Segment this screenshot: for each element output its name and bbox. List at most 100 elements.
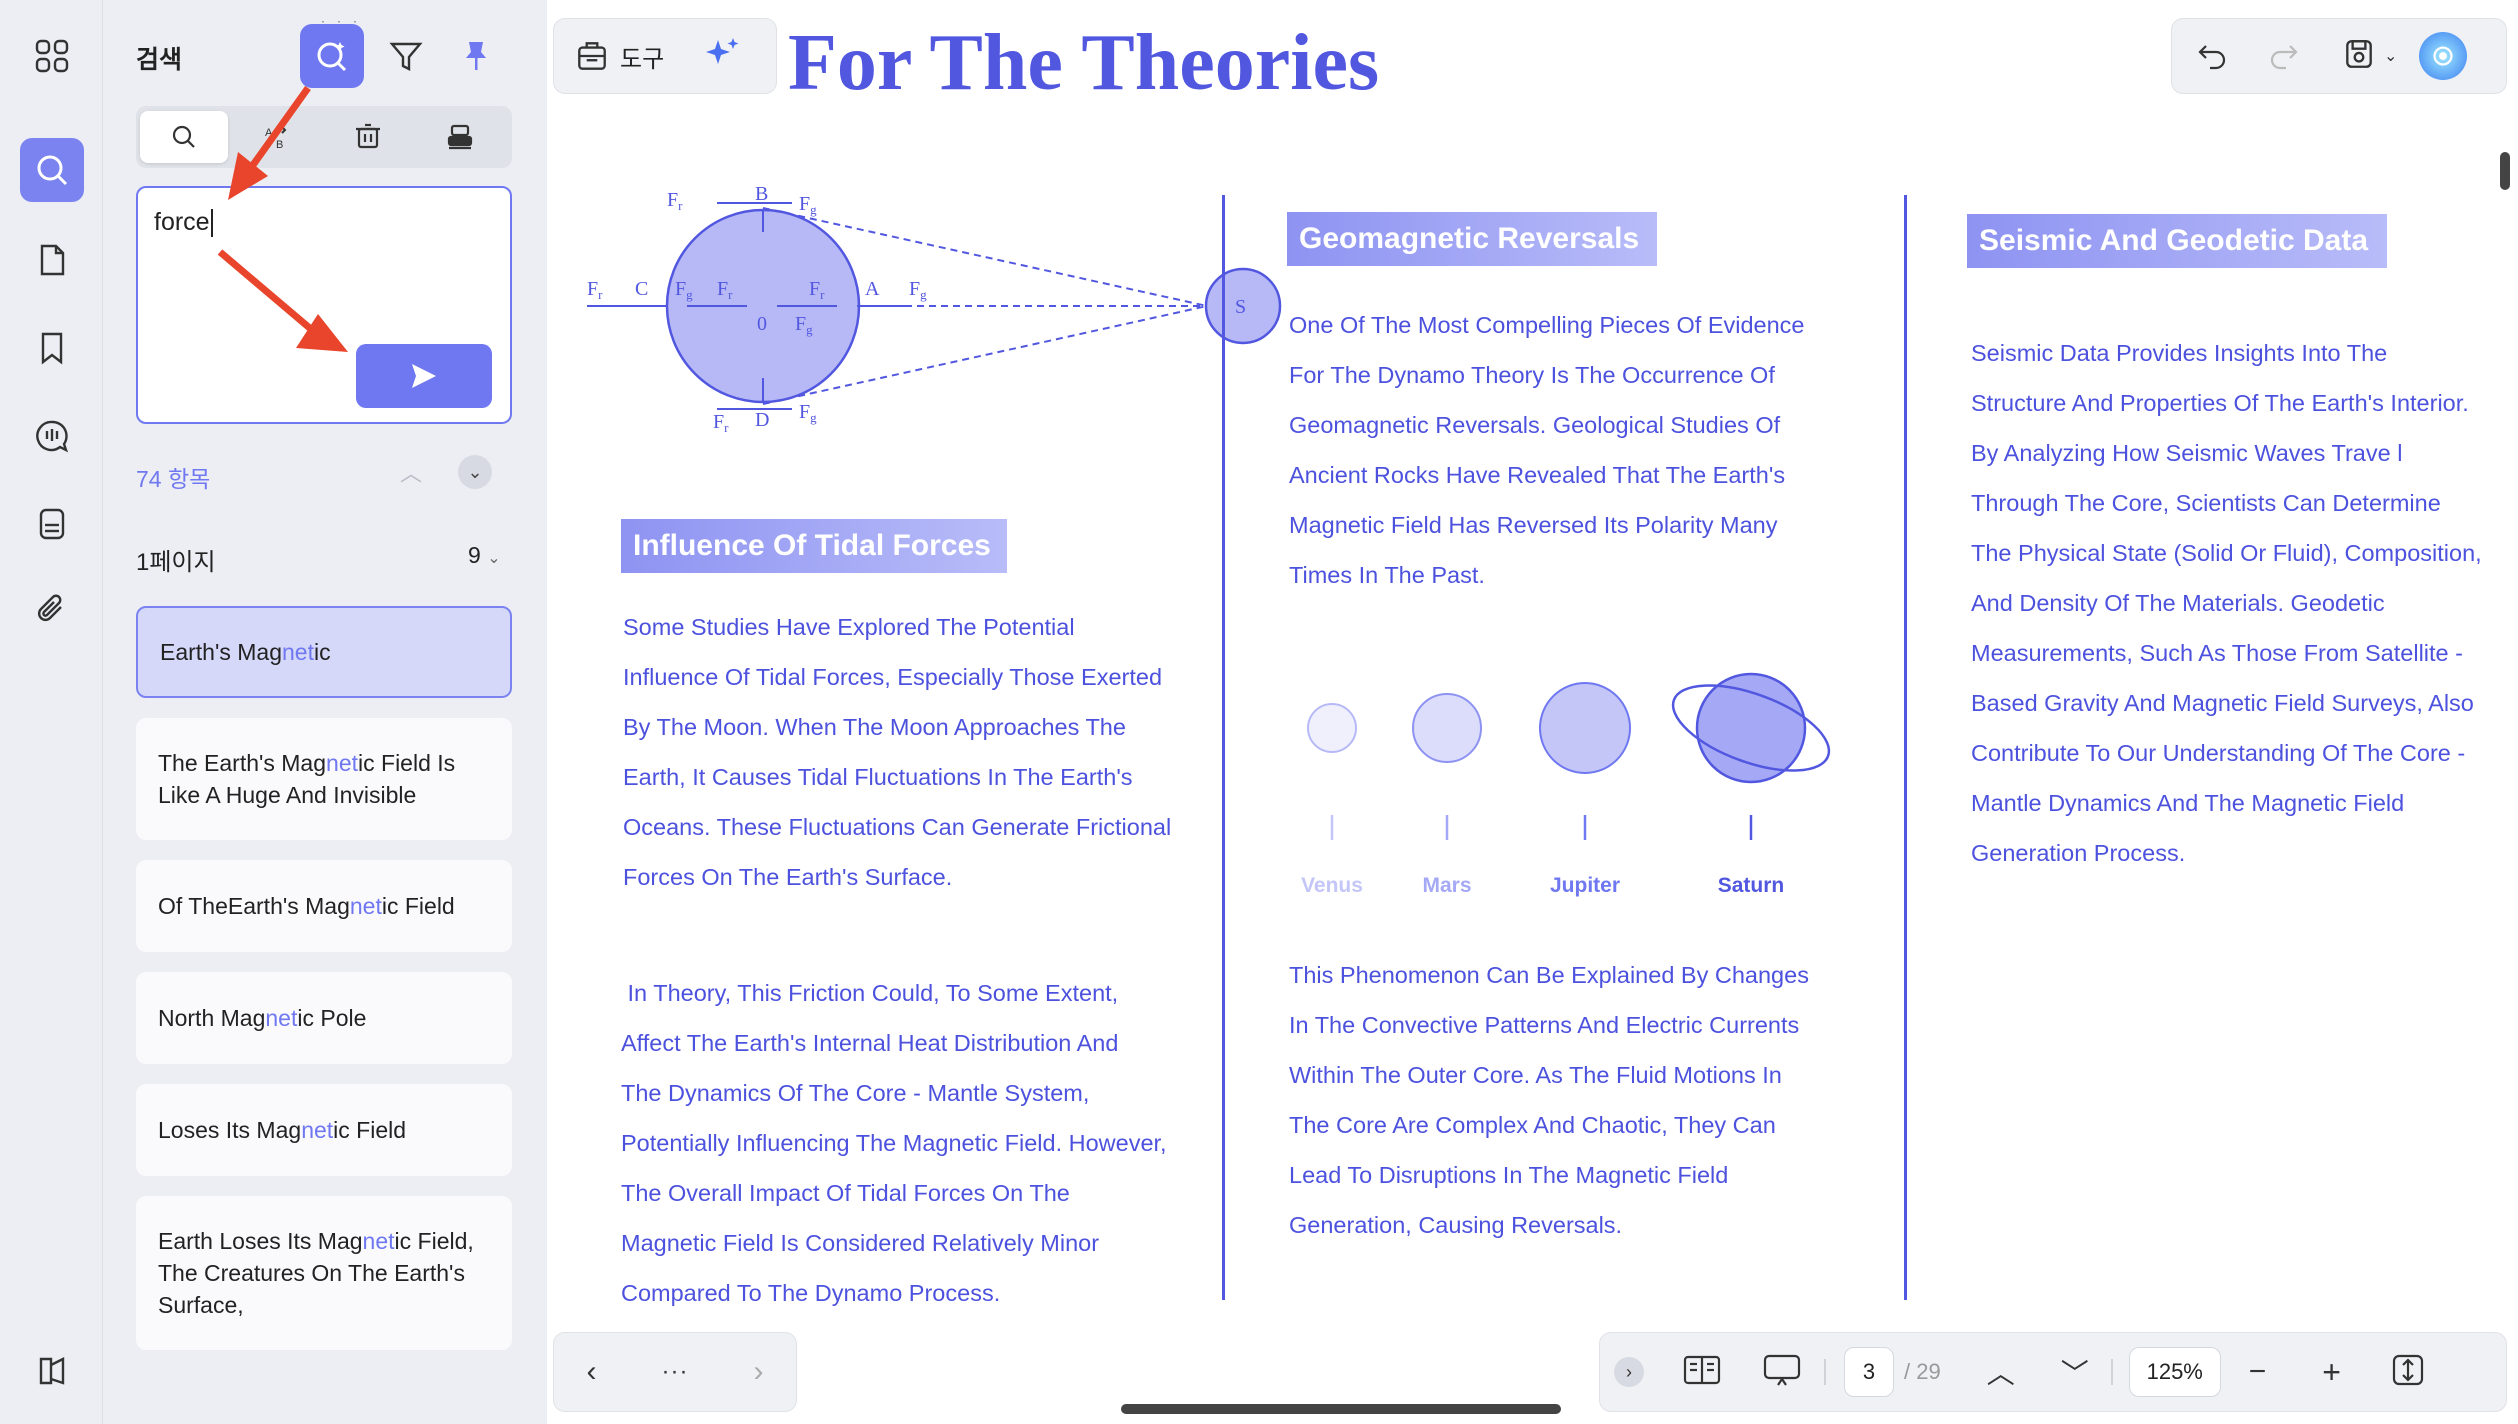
jupiter-planet — [1539, 682, 1631, 774]
text-line: Seismic Data Provides Insights Into The — [1971, 340, 2388, 366]
collapse-toolbar-icon[interactable]: › — [1614, 1357, 1644, 1387]
text-line: Ancient Rocks Have Revealed That The Ear… — [1289, 462, 1786, 488]
heading-tidal-forces: Influence Of Tidal Forces — [621, 519, 1007, 573]
attachment-icon[interactable] — [20, 578, 84, 642]
text-line: By The Moon. When The Moon Approaches Th… — [623, 714, 1126, 740]
sidebar-toggle-icon[interactable] — [20, 1338, 84, 1402]
search-result-item[interactable]: Loses Its Magnetic Field — [136, 1084, 512, 1176]
search-result-item[interactable]: The Earth's Magnetic Field Is Like A Hug… — [136, 718, 512, 840]
tools-toolbar: 도구 — [553, 18, 777, 94]
annotation-arrows — [217, 85, 348, 352]
text-line: Forces On The Earth's Surface. — [623, 864, 953, 890]
page-down-icon[interactable]: ﹀ — [2061, 1352, 2089, 1392]
text-line: The Physical State (Solid Or Fluid), Com… — [1971, 540, 2482, 566]
chevron-down-icon: ⌄ — [487, 550, 501, 567]
chevron-right-icon[interactable]: › — [753, 1355, 763, 1389]
page-group-count[interactable]: 9 ⌄ — [468, 542, 501, 569]
left-rail — [0, 0, 103, 1424]
total-pages: / 29 — [1904, 1359, 1941, 1384]
comment-icon[interactable] — [20, 404, 84, 468]
text-line: One Of The Most Compelling Pieces Of Evi… — [1289, 312, 1805, 338]
match-highlight: net — [326, 750, 359, 776]
ai-sparkle-icon[interactable] — [702, 34, 742, 79]
stamp-icon[interactable] — [20, 492, 84, 556]
search-result-text: Of TheEarth's Magnetic Field — [158, 893, 455, 919]
page-icon[interactable] — [20, 228, 84, 292]
heading-geomagnetic-reversals: Geomagnetic Reversals — [1287, 212, 1657, 266]
search-result-item[interactable]: Earth Loses Its Magnetic Field, The Crea… — [136, 1196, 512, 1350]
planets-chart — [1307, 672, 1831, 840]
previous-result-icon[interactable]: ︿ — [400, 456, 422, 488]
redo-icon[interactable] — [2268, 38, 2300, 75]
save-dropdown-icon[interactable]: ⌄ — [2384, 46, 2397, 66]
text-line: Lead To Disruptions In The Magnetic Fiel… — [1289, 1162, 1729, 1188]
search-result-text: Loses Its Magnetic Field — [158, 1117, 407, 1143]
venus-planet — [1307, 703, 1357, 753]
page-nav-toolbar: ‹ ··· › — [553, 1332, 797, 1412]
page-layout-icon[interactable] — [1682, 1354, 1722, 1391]
text-line: The Overall Impact Of Tidal Forces On Th… — [621, 1180, 1070, 1206]
page-group-label[interactable]: 1페이지 — [136, 542, 216, 577]
text-line: By Analyzing How Seismic Waves Trave l — [1971, 440, 2403, 466]
col1-paragraph-2: In Theory, This Friction Could, To Some … — [621, 968, 1201, 1318]
text-line: Measurements, Such As Those From Satelli… — [1971, 640, 2463, 666]
toolbox-icon — [578, 42, 606, 70]
pin-icon[interactable] — [444, 24, 508, 88]
presentation-icon[interactable] — [1762, 1353, 1802, 1392]
panel-title: 검색 — [136, 46, 183, 74]
search-result-item[interactable]: Earth's Magnetic — [136, 606, 512, 698]
column-divider — [1222, 195, 1225, 1300]
more-icon[interactable]: ··· — [662, 1358, 689, 1386]
fit-page-icon[interactable] — [2391, 1353, 2425, 1392]
apps-grid-icon[interactable] — [20, 24, 84, 88]
mars-planet — [1412, 693, 1482, 763]
text-line: Generation, Causing Reversals. — [1289, 1212, 1623, 1238]
zoom-in-icon[interactable]: + — [2322, 1354, 2341, 1391]
venus-label: Venus — [1301, 874, 1363, 897]
chevron-left-icon[interactable]: ‹ — [587, 1355, 597, 1389]
search-result-item[interactable]: Of TheEarth's Magnetic Field — [136, 860, 512, 952]
document-viewer[interactable]: nce For The Theories 도구 ⌄ — [547, 0, 2518, 1424]
search-icon[interactable] — [20, 138, 84, 202]
ai-search-icon[interactable] — [300, 24, 364, 88]
search-result-item[interactable]: North Magnetic Pole — [136, 972, 512, 1064]
col2-paragraph-1: One Of The Most Compelling Pieces Of Evi… — [1289, 300, 1849, 600]
text-line: For The Dynamo Theory Is The Occurrence … — [1289, 362, 1775, 388]
text-line: Affect The Earth's Internal Heat Distrib… — [621, 1030, 1119, 1056]
svg-text:Fr: Fr — [713, 411, 729, 435]
zoom-level[interactable]: 125% — [2128, 1347, 2221, 1397]
tidal-forces-diagram: Fr B Fg Fr C Fg Fr 0 Fg Fr A Fg S Fr D F… — [587, 183, 1282, 435]
text-line: Times In The Past. — [1289, 562, 1485, 588]
text-line: Based Gravity And Magnetic Field Surveys… — [1971, 690, 2474, 716]
zero-label: 0 — [757, 313, 767, 335]
horizontal-scrollbar[interactable] — [1121, 1404, 1561, 1414]
tools-button[interactable]: 도구 — [574, 38, 664, 74]
stamp-tab-icon[interactable] — [416, 111, 504, 163]
column-divider — [1904, 195, 1907, 1300]
d-label: D — [755, 409, 769, 431]
text-line: Compared To The Dynamo Process. — [621, 1280, 1001, 1306]
text-line: In The Convective Patterns And Electric … — [1289, 1012, 1800, 1038]
text-line: Potentially Influencing The Magnetic Fie… — [621, 1130, 1167, 1156]
vertical-scrollbar[interactable] — [2500, 152, 2510, 190]
match-highlight: net — [362, 1228, 395, 1254]
save-icon[interactable] — [2342, 37, 2376, 76]
text-line: In Theory, This Friction Could, To Some … — [621, 980, 1119, 1006]
saturn-label: Saturn — [1717, 874, 1785, 897]
view-toolbar: › 3 / 29 ︿ ﹀ 125% − + — [1599, 1332, 2507, 1412]
page-up-icon[interactable]: ︿ — [1987, 1352, 2015, 1392]
bookmark-icon[interactable] — [20, 316, 84, 380]
undo-icon[interactable] — [2196, 38, 2228, 75]
page-number-input[interactable]: 3 — [1844, 1347, 1894, 1397]
text-line: This Phenomenon Can Be Explained By Chan… — [1289, 962, 1809, 988]
svg-text:Fg: Fg — [799, 401, 817, 425]
filter-icon[interactable] — [374, 24, 438, 88]
zoom-out-icon[interactable]: − — [2249, 1355, 2267, 1389]
jupiter-label: Jupiter — [1549, 874, 1620, 897]
ai-assistant-icon[interactable] — [2419, 32, 2468, 80]
next-result-icon[interactable]: ⌄ — [458, 455, 492, 489]
b-label: B — [755, 183, 768, 205]
svg-text:Fg: Fg — [909, 278, 927, 302]
text-line: Oceans. These Fluctuations Can Generate … — [623, 814, 1172, 840]
mars-label: Mars — [1422, 874, 1472, 897]
